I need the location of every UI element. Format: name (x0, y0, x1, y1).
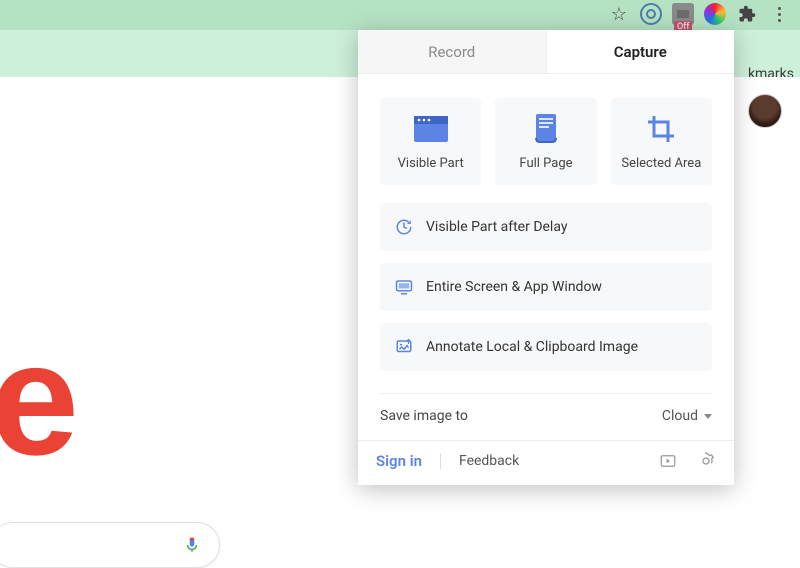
extension-2-icon[interactable]: Off (672, 3, 694, 25)
popup-tabs: Record Capture (358, 30, 734, 74)
browser-tabstrip: ☆ Off (0, 0, 800, 30)
row-annotate-image[interactable]: Annotate Local & Clipboard Image (380, 323, 712, 371)
extension-1-icon[interactable] (640, 3, 662, 25)
tab-record[interactable]: Record (358, 30, 547, 73)
row-label: Annotate Local & Clipboard Image (426, 339, 638, 355)
voice-search-icon[interactable] (183, 534, 201, 556)
nimbus-popup: Record Capture Visible Part Full Page Se… (358, 30, 734, 485)
caret-down-icon (704, 414, 712, 419)
tile-selected-area[interactable]: Selected Area (611, 98, 712, 185)
bookmark-star-button[interactable]: ☆ (608, 3, 630, 25)
divider (440, 453, 441, 469)
scroll-page-icon (529, 116, 563, 142)
nimbus-extension-icon[interactable] (704, 3, 726, 25)
row-label: Entire Screen & App Window (426, 279, 602, 295)
tile-full-page[interactable]: Full Page (495, 98, 596, 185)
tile-visible-part[interactable]: Visible Part (380, 98, 481, 185)
capture-rows: Visible Part after Delay Entire Screen &… (358, 203, 734, 371)
signin-link[interactable]: Sign in (376, 452, 422, 470)
browser-window-icon (414, 116, 448, 142)
tile-label: Full Page (519, 156, 572, 171)
save-value: Cloud (662, 408, 698, 424)
capture-tiles: Visible Part Full Page Selected Area (358, 74, 734, 203)
chrome-menu-button[interactable] (768, 3, 790, 25)
tile-label: Selected Area (621, 156, 701, 171)
extensions-puzzle-icon[interactable] (736, 3, 758, 25)
row-visible-delay[interactable]: Visible Part after Delay (380, 203, 712, 251)
star-icon: ☆ (611, 4, 627, 25)
save-destination-select[interactable]: Cloud (662, 408, 712, 424)
save-label: Save image to (380, 408, 468, 424)
profile-avatar[interactable] (748, 94, 782, 128)
google-logo-fragment: e (0, 307, 79, 491)
toolbar-icons: ☆ Off (608, 3, 790, 25)
crop-icon (644, 116, 678, 142)
feedback-link[interactable]: Feedback (459, 453, 519, 469)
tab-capture[interactable]: Capture (547, 30, 735, 73)
row-entire-screen[interactable]: Entire Screen & App Window (380, 263, 712, 311)
save-destination-row: Save image to Cloud (358, 394, 734, 440)
row-label: Visible Part after Delay (426, 219, 567, 235)
video-library-icon[interactable] (658, 451, 678, 471)
tile-label: Visible Part (398, 156, 464, 171)
monitor-icon (394, 277, 414, 297)
popup-footer: Sign in Feedback (358, 440, 734, 485)
settings-gear-icon[interactable] (696, 451, 716, 471)
clock-delay-icon (394, 217, 414, 237)
image-upload-icon (394, 337, 414, 357)
